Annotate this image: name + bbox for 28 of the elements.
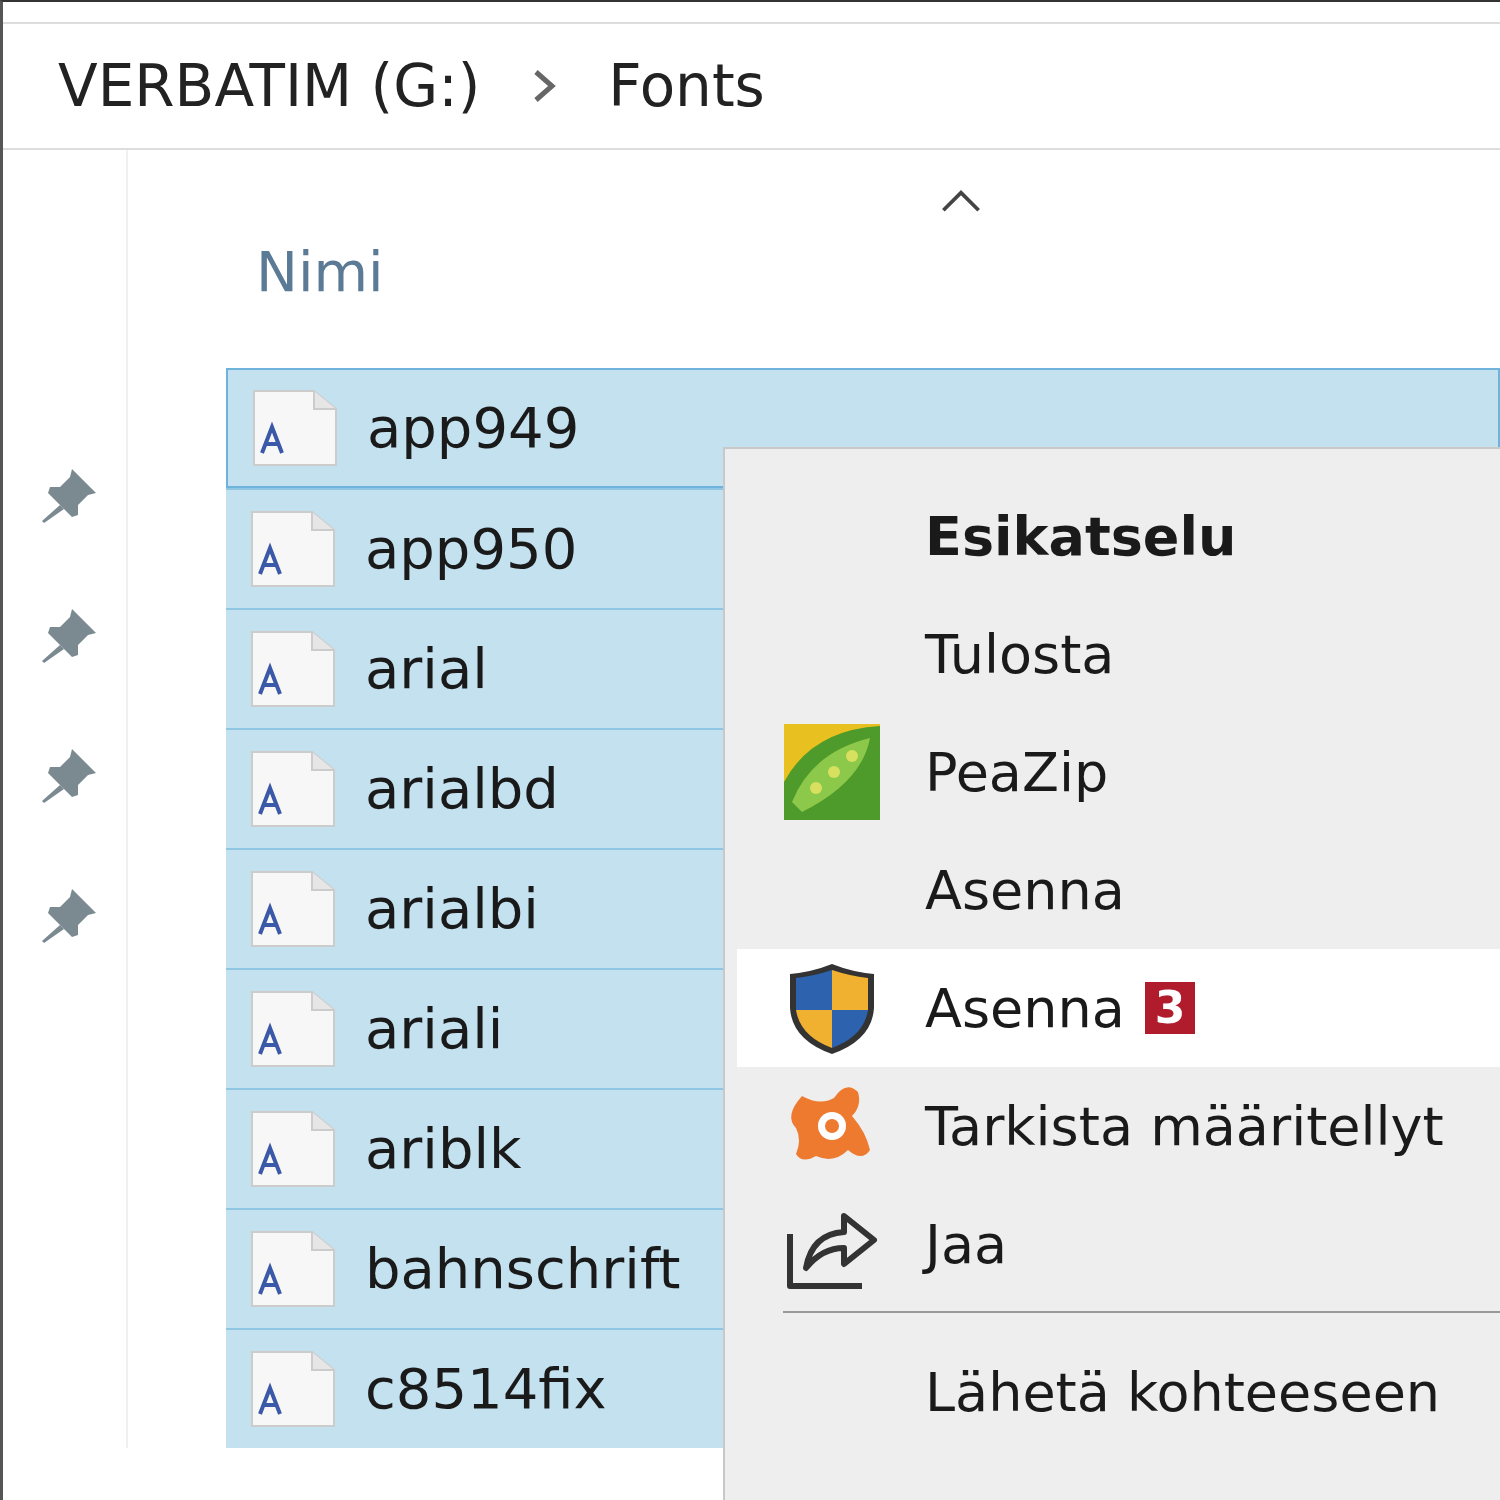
menu-item[interactable]: Jaa — [737, 1185, 1500, 1303]
column-header[interactable]: Nimi — [256, 230, 1500, 314]
menu-item[interactable]: PeaZip — [737, 713, 1500, 831]
breadcrumb-item[interactable]: VERBATIM (G:) — [58, 42, 481, 130]
menu-item[interactable]: Asenna — [737, 831, 1500, 949]
file-name: bahnschrift — [365, 1235, 681, 1303]
menu-item-label: Lähetä kohteeseen — [925, 1359, 1441, 1426]
menu-item-label: Esikatselu — [925, 503, 1237, 570]
file-name: ariali — [365, 995, 504, 1063]
count-badge: 3 — [1144, 982, 1196, 1034]
file-name: app950 — [365, 515, 578, 583]
menu-item-label: Tulosta — [925, 621, 1115, 688]
menu-item-label: Asenna — [925, 975, 1125, 1042]
menu-item-label: PeaZip — [925, 739, 1109, 806]
menu-item-label: Tarkista määritellyt — [925, 1093, 1444, 1160]
menu-item[interactable]: Asenna 3 — [737, 949, 1500, 1067]
menu-item[interactable]: Tulosta — [737, 595, 1500, 713]
file-name: arial — [365, 635, 488, 703]
menu-item-label: Asenna — [925, 857, 1125, 924]
file-name: app949 — [367, 394, 580, 462]
menu-item[interactable]: Tarkista määritellyt — [737, 1067, 1500, 1185]
file-name: ariblk — [365, 1115, 522, 1183]
file-name: arialbi — [365, 875, 539, 943]
breadcrumb-item[interactable]: Fonts — [608, 42, 765, 130]
file-name: arialbd — [365, 755, 559, 823]
menu-item[interactable]: Lähetä kohteeseen — [737, 1333, 1500, 1451]
pea-pod-icon — [782, 722, 882, 822]
file-name: c8514fix — [365, 1355, 607, 1423]
